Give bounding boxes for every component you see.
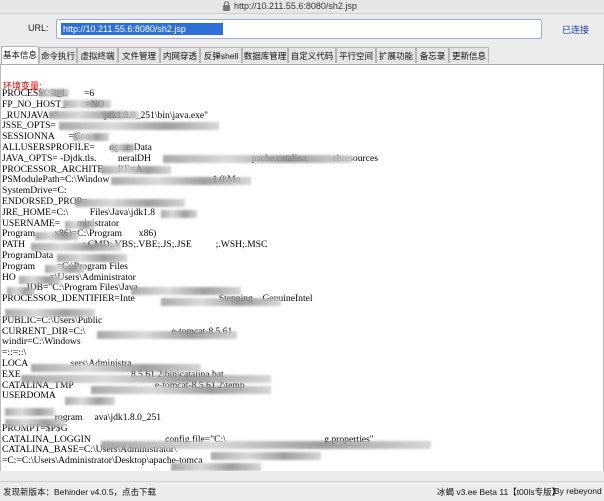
- connection-status: 已连接: [562, 25, 590, 35]
- lock-icon: [223, 1, 230, 11]
- tab-bar: 基本信息 命令执行 虚拟终端 文件管理 内网穿透 反弹shell 数据库管理 自…: [0, 46, 604, 65]
- redaction-blur: [97, 331, 237, 339]
- tab-extensions[interactable]: 扩展功能: [376, 47, 416, 63]
- basic-info-panel: 环境变量: PROCESSOR_L =6 FP_NO_HOST_ =NO _RUNJ…: [0, 65, 604, 471]
- url-label: URL:: [28, 23, 49, 33]
- tab-file-manager[interactable]: 文件管理: [118, 47, 160, 63]
- tab-reverse-shell[interactable]: 反弹shell: [200, 47, 242, 63]
- redaction-blur: [19, 276, 61, 284]
- redaction-blur: [39, 89, 69, 97]
- redaction-blur: [45, 265, 85, 273]
- tab-command-exec[interactable]: 命令执行: [39, 47, 77, 63]
- window-title: http://10.211.55.6:8080/sh2.jsp: [234, 1, 357, 11]
- redaction-blur: [7, 287, 35, 295]
- redaction-blur: [111, 144, 135, 152]
- redaction-blur: [101, 166, 171, 174]
- tab-basic-info[interactable]: 基本信息: [1, 46, 39, 64]
- redaction-blur: [131, 287, 241, 295]
- redaction-blur: [31, 243, 121, 251]
- redaction-blur: [5, 419, 65, 427]
- redaction-blur: [91, 386, 271, 394]
- redaction-blur: [35, 232, 79, 240]
- redaction-blur: [111, 177, 251, 185]
- redaction-blur: [75, 199, 185, 207]
- tab-virtual-terminal[interactable]: 虚拟终端: [77, 47, 118, 63]
- tab-update-info[interactable]: 更新信息: [449, 47, 489, 63]
- redaction-blur: [171, 463, 261, 471]
- author-credit: By rebeyond: [554, 486, 602, 496]
- redaction-blur: [211, 452, 321, 460]
- env-var-line: FP_NO_HOST_ =NO: [2, 98, 105, 110]
- status-bar: 发现新版本：Behinder v4.0.5，点击下载 冰蝎 v3.ee Beta…: [0, 481, 604, 501]
- redaction-blur: [163, 155, 353, 163]
- redaction-blur: [21, 375, 271, 383]
- url-input-value: http://10.211.55.6:8080/sh2.jsp: [63, 24, 186, 34]
- redaction-blur: [63, 100, 111, 108]
- tab-intranet-tunnel[interactable]: 内网穿透: [160, 47, 200, 63]
- redaction-blur: [5, 408, 55, 416]
- tab-custom-code[interactable]: 自定义代码: [288, 47, 336, 63]
- redaction-blur: [161, 210, 197, 218]
- window-title-bar: http://10.211.55.6:8080/sh2.jsp: [0, 0, 604, 14]
- env-var-line: PUBLIC=C:\Users\Public: [2, 314, 103, 326]
- tab-database-manager[interactable]: 数据库管理: [242, 47, 288, 63]
- app-version: 冰蝎 v3.ee Beta 11【t00ls专版】: [437, 487, 561, 497]
- redaction-blur: [59, 122, 219, 130]
- url-input[interactable]: http://10.211.55.6:8080/sh2.jsp: [56, 19, 542, 39]
- redaction-blur: [65, 221, 95, 229]
- redaction-blur: [31, 364, 201, 372]
- redaction-blur: [73, 133, 109, 141]
- redaction-blur: [101, 441, 431, 449]
- redaction-blur: [57, 254, 127, 262]
- tab-parallel-space[interactable]: 平行空间: [336, 47, 376, 63]
- redaction-blur: [49, 111, 139, 119]
- update-notice-link[interactable]: 发现新版本：Behinder v4.0.5，点击下载: [3, 486, 156, 498]
- redaction-blur: [161, 298, 281, 306]
- redaction-blur: [65, 397, 115, 405]
- tab-memo[interactable]: 备忘录: [416, 47, 449, 63]
- url-row: URL: http://10.211.55.6:8080/sh2.jsp 已连接: [0, 14, 604, 44]
- redaction-blur: [5, 309, 95, 317]
